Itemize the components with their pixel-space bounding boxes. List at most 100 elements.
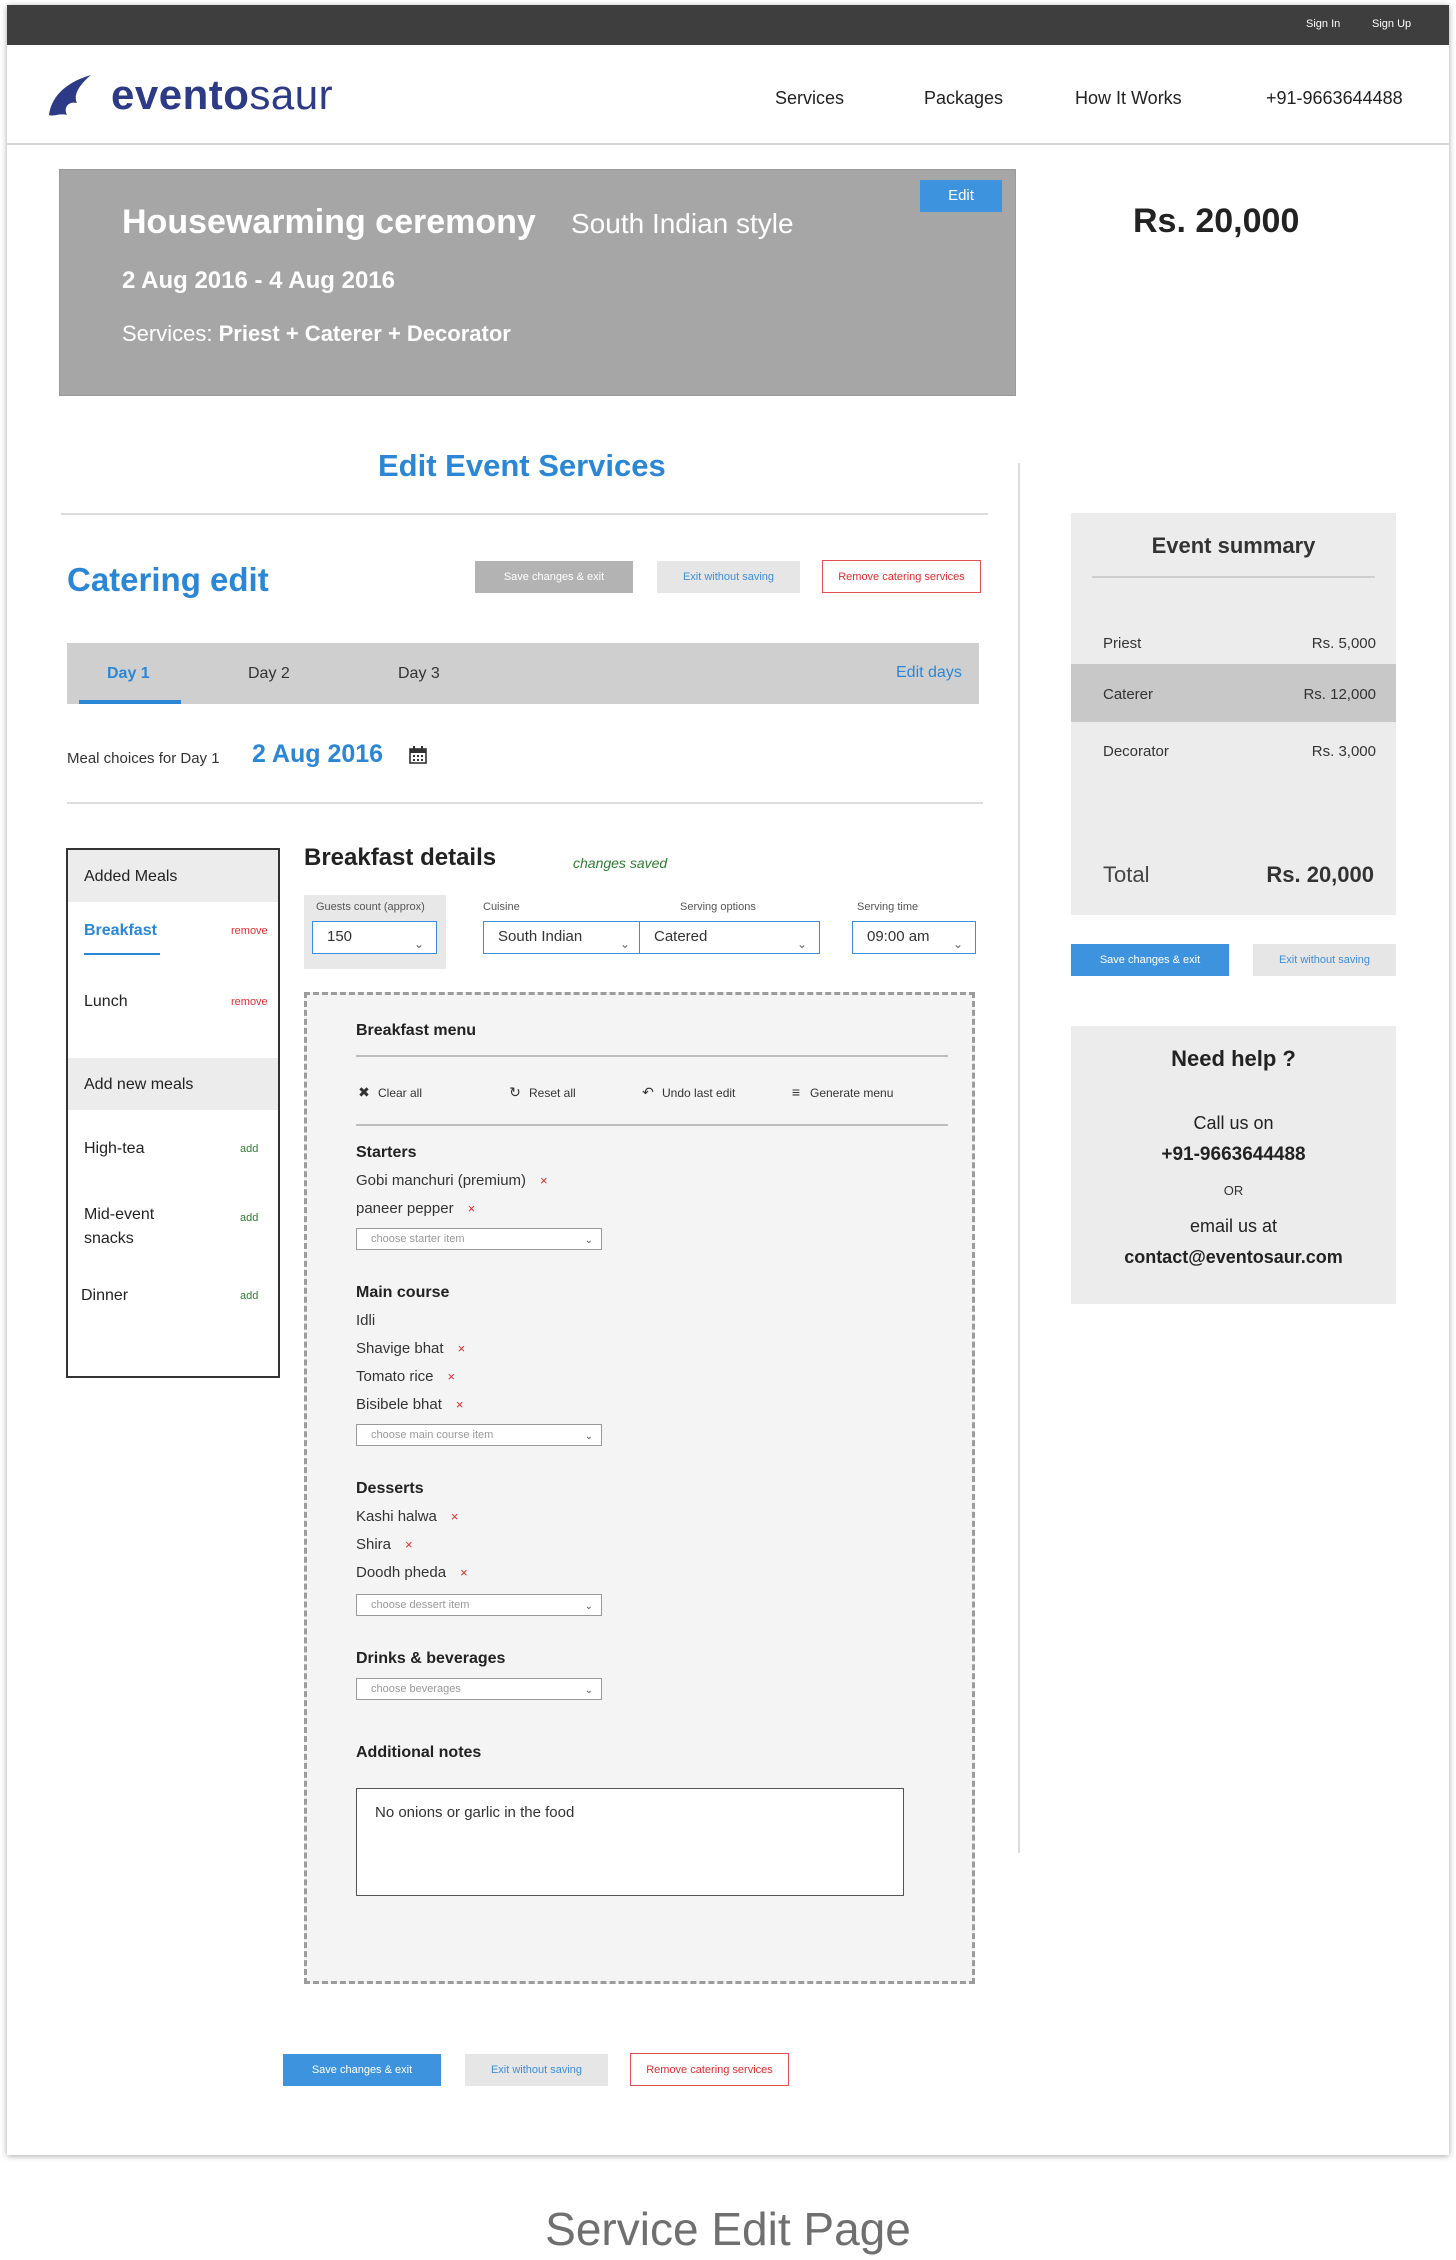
divider (61, 513, 988, 515)
divider (356, 1124, 948, 1126)
chevron-down-icon: ⌄ (619, 937, 630, 951)
chevron-down-icon: ⌄ (796, 937, 807, 951)
undo-button[interactable]: ↶ Undo last edit (640, 1084, 735, 1101)
additional-notes-textarea[interactable]: No onions or garlic in the food (356, 1788, 904, 1896)
event-summary-title: Event summary (1151, 533, 1316, 558)
reset-all-button[interactable]: ↻ Reset all (507, 1084, 576, 1101)
main-course-select[interactable]: choose main course item ⌄ (356, 1424, 602, 1446)
nav-how-it-works[interactable]: How It Works (1075, 88, 1182, 109)
meal-option-dinner[interactable]: Dinner (81, 1287, 128, 1305)
add-high-tea-link[interactable]: add (240, 1143, 258, 1155)
dessert-select[interactable]: choose dessert item ⌄ (356, 1594, 602, 1616)
save-exit-button-top[interactable]: Save changes & exit (475, 561, 633, 593)
remove-lunch-link[interactable]: remove (231, 996, 268, 1008)
help-email-label: email us at (1189, 1216, 1278, 1236)
additional-notes-heading: Additional notes (356, 1744, 482, 1761)
help-email[interactable]: contact@eventosaur.com (1071, 1247, 1396, 1268)
tab-day-2[interactable]: Day 2 (248, 665, 290, 683)
menu-item: Shira × (356, 1536, 413, 1553)
serving-time-select[interactable]: 09:00 am ⌄ (852, 921, 976, 954)
remove-item-icon[interactable]: × (456, 1397, 464, 1412)
nav-phone[interactable]: +91-9663644488 (1266, 88, 1403, 109)
guests-select[interactable]: 150 ⌄ (312, 921, 437, 954)
remove-item-icon[interactable]: × (405, 1537, 413, 1552)
menu-item: paneer pepper × (356, 1200, 476, 1217)
calendar-icon[interactable] (409, 746, 427, 764)
chevron-down-icon: ⌄ (584, 1235, 593, 1246)
meal-choices-label: Meal choices for Day 1 (67, 750, 220, 767)
help-or: OR (1223, 1183, 1244, 1198)
remove-item-icon[interactable]: × (460, 1565, 468, 1580)
nav-services[interactable]: Services (775, 88, 844, 109)
column-divider (1018, 463, 1020, 1853)
save-status: changes saved (573, 855, 668, 871)
meal-item-breakfast[interactable]: Breakfast (84, 922, 157, 940)
meal-option-mid-event-snacks[interactable]: Mid-event snacks (84, 1203, 154, 1251)
meal-item-lunch[interactable]: Lunch (84, 993, 128, 1011)
sign-in-link[interactable]: Sign In (1306, 18, 1340, 30)
remove-item-icon[interactable]: × (448, 1369, 456, 1384)
meal-date[interactable]: 2 Aug 2016 (252, 740, 383, 769)
chevron-down-icon: ⌄ (952, 937, 963, 951)
divider (356, 1055, 948, 1057)
list-icon: ≡ (791, 1084, 801, 1100)
top-bar: Sign In Sign Up (7, 5, 1449, 45)
add-mid-event-snacks-link[interactable]: add (240, 1212, 258, 1224)
exit-without-saving-button-top[interactable]: Exit without saving (657, 561, 800, 593)
brand-name[interactable]: eventosaur (111, 71, 333, 119)
serving-options-label: Serving options (680, 901, 756, 913)
clear-icon: ✖ (358, 1084, 370, 1100)
save-exit-button-summary[interactable]: Save changes & exit (1071, 944, 1229, 976)
remove-item-icon[interactable]: × (451, 1509, 459, 1524)
remove-item-icon[interactable]: × (540, 1173, 548, 1188)
menu-item: Kashi halwa × (356, 1508, 459, 1525)
edit-event-button[interactable]: Edit (920, 180, 1002, 212)
chevron-down-icon: ⌄ (584, 1685, 593, 1696)
remove-catering-button-top[interactable]: Remove catering services (822, 560, 981, 593)
sign-up-link[interactable]: Sign Up (1372, 18, 1411, 30)
page-caption: Service Edit Page (545, 2203, 911, 2255)
remove-breakfast-link[interactable]: remove (231, 925, 268, 937)
page-section-title: Edit Event Services (378, 448, 666, 483)
event-total-price: Rs. 20,000 (1133, 202, 1300, 240)
beverage-select[interactable]: choose beverages ⌄ (356, 1678, 602, 1700)
event-dates: 2 Aug 2016 - 4 Aug 2016 (122, 267, 395, 294)
menu-item: Bisibele bhat × (356, 1396, 464, 1413)
add-dinner-link[interactable]: add (240, 1290, 258, 1302)
tab-day-3[interactable]: Day 3 (398, 665, 440, 683)
remove-item-icon[interactable]: × (458, 1341, 466, 1356)
edit-days-link[interactable]: Edit days (896, 664, 962, 682)
menu-item: Tomato rice × (356, 1368, 456, 1385)
tab-day-1[interactable]: Day 1 (107, 665, 150, 683)
guests-label: Guests count (approx) (316, 901, 425, 913)
nav-packages[interactable]: Packages (924, 88, 1003, 109)
starter-select[interactable]: choose starter item ⌄ (356, 1228, 602, 1250)
day-tabs: Day 1 Day 2 Day 3 Edit days (67, 643, 979, 704)
generate-menu-button[interactable]: ≡ Generate menu (788, 1084, 893, 1100)
desserts-heading: Desserts (356, 1480, 424, 1497)
serving-options-select[interactable]: Catered ⌄ (639, 921, 820, 954)
serving-time-label: Serving time (857, 901, 919, 913)
cuisine-select[interactable]: South Indian ⌄ (483, 921, 643, 954)
eventosaur-logo-icon[interactable] (43, 73, 97, 119)
divider (67, 802, 983, 804)
meal-option-high-tea[interactable]: High-tea (84, 1140, 144, 1158)
catering-edit-title: Catering edit (67, 561, 269, 598)
undo-icon: ↶ (642, 1084, 654, 1100)
clear-all-button[interactable]: ✖ Clear all (356, 1084, 422, 1101)
meals-sidebar: Added Meals Breakfast remove Lunch remov… (66, 848, 280, 1378)
save-exit-button-bottom[interactable]: Save changes & exit (283, 2054, 441, 2086)
summary-row[interactable]: Caterer Rs. 12,000 (1071, 664, 1396, 722)
event-summary-panel: Event summary Priest Rs. 5,000 Caterer Rs.… (1071, 513, 1396, 915)
menu-item: Idli (356, 1312, 376, 1329)
exit-without-saving-button-bottom[interactable]: Exit without saving (465, 2054, 608, 2086)
menu-item: Shavige bhat × (356, 1340, 466, 1357)
remove-catering-button-bottom[interactable]: Remove catering services (630, 2053, 789, 2086)
help-phone[interactable]: +91-9663644488 (1071, 1144, 1396, 1166)
summary-row[interactable]: Priest Rs. 5,000 (1071, 613, 1396, 671)
remove-item-icon[interactable]: × (468, 1201, 476, 1216)
summary-row[interactable]: Decorator Rs. 3,000 (1071, 721, 1396, 779)
drinks-heading: Drinks & beverages (356, 1650, 506, 1667)
divider (1092, 576, 1375, 578)
exit-without-saving-button-summary[interactable]: Exit without saving (1253, 944, 1396, 976)
